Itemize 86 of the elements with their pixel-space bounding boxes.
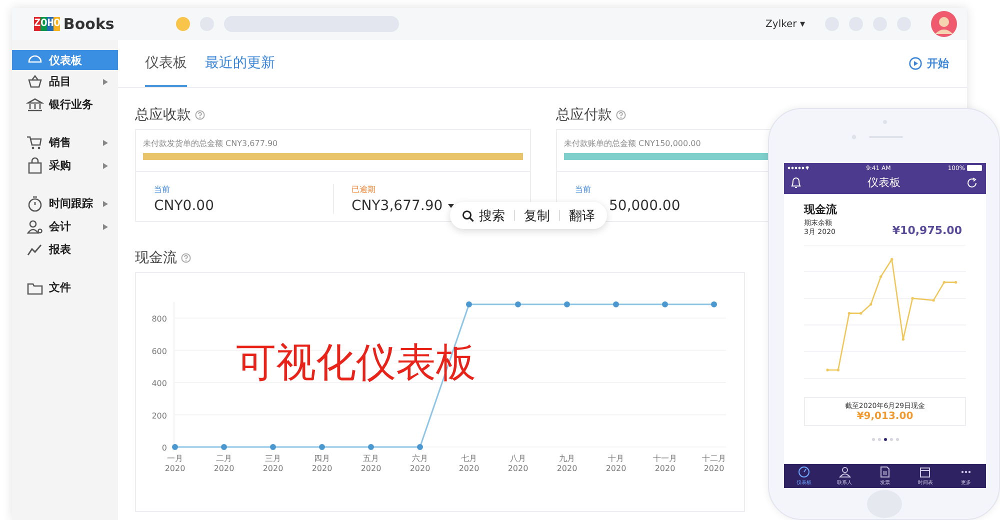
axis-tick-label: 800: [152, 314, 167, 324]
data-point: [270, 444, 276, 450]
bell-icon: [790, 176, 802, 189]
cart-icon: [26, 134, 44, 152]
overlay-caption: 可视化仪表板: [236, 339, 476, 388]
status-dot: [176, 17, 190, 31]
axis-tick-label: 五月 2020: [360, 454, 382, 473]
data-point: [417, 444, 423, 450]
data-point: [172, 444, 178, 450]
sidebar-item[interactable]: 采购: [12, 154, 118, 177]
sidebar-item[interactable]: 品目: [12, 70, 118, 93]
sidebar-item[interactable]: 销售: [12, 131, 118, 154]
axis-tick-label: 六月 2020: [410, 454, 430, 473]
data-point: [613, 301, 619, 308]
axis-tick-label: 四月 2020: [312, 454, 332, 473]
help-icon: [616, 110, 626, 120]
person-icon: [838, 466, 851, 478]
amount-label: 当前: [154, 184, 171, 195]
section-title: 总应收款: [135, 106, 191, 124]
axis-tick-label: 一月 2020: [164, 454, 186, 473]
search-icon: [462, 210, 474, 222]
bank-icon: [26, 96, 44, 114]
bag-icon: [26, 156, 44, 174]
tab[interactable]: 仪表板: [145, 40, 187, 87]
axis-tick-label: 400: [152, 379, 167, 388]
axis-tick-label: 600: [152, 346, 167, 356]
bar-label: 未付款账单的总金额 CNY150,000.00: [564, 138, 702, 149]
popup-item[interactable]: 翻译: [569, 206, 595, 224]
amount-value: CNY0.00: [154, 198, 214, 214]
help-icon: [181, 253, 191, 263]
axis-tick-label: 九月 2020: [556, 454, 578, 473]
play-icon: [909, 57, 922, 70]
axis-tick-label: 二月 2020: [214, 454, 234, 473]
data-point: [319, 444, 325, 450]
amount-value: CNY3,677.90: [352, 198, 443, 214]
amount-value: 50,000.00: [609, 198, 680, 214]
user-menu[interactable]: Zylker ▾: [766, 18, 805, 30]
balance-amount: ¥10,975.00: [892, 224, 962, 237]
section-title: 总应付款: [556, 106, 612, 124]
axis-tick-label: 七月 2020: [458, 454, 480, 473]
pager-dot[interactable]: [896, 438, 898, 441]
pager-dot[interactable]: [872, 438, 874, 441]
calendar-icon: [919, 466, 932, 478]
help-icon: [195, 110, 205, 120]
tab[interactable]: 最近的更新: [205, 40, 275, 87]
document-icon: [879, 466, 892, 478]
data-point: [564, 301, 570, 308]
popup-item[interactable]: 复制: [524, 206, 550, 224]
amount-label: 当前: [575, 184, 592, 195]
data-point: [221, 444, 227, 450]
data-point: [466, 301, 472, 308]
battery-icon: [966, 165, 983, 171]
axis-tick-label: 0: [162, 444, 167, 452]
signal-icon: [787, 165, 809, 171]
basket-icon: [26, 72, 44, 90]
sidebar-item[interactable]: 会计: [12, 215, 118, 238]
cash-amount: ¥9,013.00: [856, 411, 914, 422]
pager-dot[interactable]: [884, 438, 886, 441]
sidebar-item[interactable]: 时间跟踪: [12, 192, 118, 215]
gauge-icon: [798, 466, 810, 478]
popup-item[interactable]: 搜索: [462, 206, 505, 224]
pager-dot[interactable]: [878, 438, 880, 441]
axis-tick-label: 八月 2020: [508, 454, 528, 473]
axis-tick-label: 200: [152, 411, 167, 420]
avatar: [931, 11, 957, 37]
stopwatch-icon: [26, 194, 44, 212]
card-title: 现金流: [804, 202, 838, 217]
bar-label: 未付款发货单的总金额 CNY3,677.90: [143, 138, 279, 149]
axis-tick-label: 十月 2020: [606, 454, 626, 473]
sidebar-item[interactable]: 报表: [12, 238, 118, 261]
data-point: [368, 444, 374, 450]
amount-label: 已逾期: [352, 184, 376, 195]
start-link[interactable]: 开始: [909, 40, 949, 87]
axis-tick-label: 十二月 2020: [702, 454, 726, 473]
sidebar-item[interactable]: 银行业务: [12, 93, 118, 116]
sidebar-item[interactable]: 文件: [12, 276, 118, 299]
data-point: [662, 301, 668, 308]
refresh-icon: [966, 176, 978, 188]
data-point: [711, 301, 717, 308]
data-point: [515, 301, 521, 308]
axis-tick-label: 十一月 2020: [653, 454, 677, 473]
section-title: 现金流: [135, 249, 177, 267]
axis-tick-label: 三月 2020: [262, 454, 284, 473]
screen-title: 仪表板: [868, 175, 900, 190]
person-icon: [26, 218, 44, 236]
pager-dot[interactable]: [890, 438, 892, 441]
